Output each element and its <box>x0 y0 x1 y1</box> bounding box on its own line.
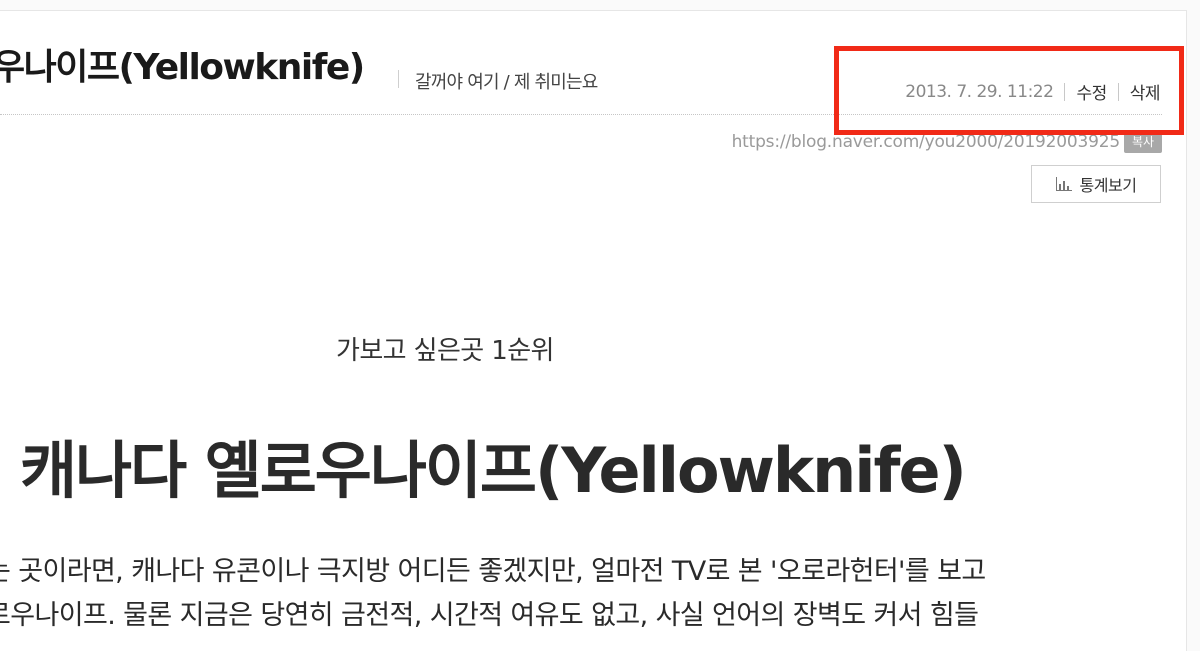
delete-button[interactable]: 삭제 <box>1130 79 1161 104</box>
stats-button-label: 통계보기 <box>1079 176 1137 195</box>
stats-button[interactable]: 통계보기 <box>1031 165 1161 203</box>
post-url[interactable]: https://blog.naver.com/you2000/201920039… <box>732 132 1121 152</box>
meta-divider <box>1064 82 1066 101</box>
post-meta: 2013. 7. 29. 11:22 수정 삭제 <box>905 79 1161 105</box>
copy-url-button[interactable]: 복사 <box>1124 131 1162 153</box>
meta-divider <box>1117 82 1119 101</box>
post-url-row: https://blog.naver.com/you2000/201920039… <box>732 131 1162 153</box>
bar-chart-icon <box>1055 177 1072 191</box>
post-date: 2013. 7. 29. 11:22 <box>905 81 1054 102</box>
post-subtitle: 가보고 싶은곳 1순위 <box>336 336 554 366</box>
edit-button[interactable]: 수정 <box>1076 79 1107 104</box>
header-divider <box>0 114 1162 115</box>
title-divider <box>398 70 399 88</box>
body-line: 로우나이프. 물론 지금은 당연히 금전적, 시간적 여유도 없고, 사실 언어… <box>0 600 979 631</box>
post-title: 우나이프(Yellowknife) <box>0 47 365 88</box>
post-heading: 캐나다 옐로우나이프(Yellowknife) <box>20 434 967 507</box>
body-line: 는 곳이라면, 캐나다 유콘이나 극지방 어디든 좋겠지만, 얼마전 TV로 본… <box>0 556 986 587</box>
post-body: 는 곳이라면, 캐나다 유콘이나 극지방 어디든 좋겠지만, 얼마전 TV로 본… <box>0 550 1200 638</box>
post-category-link[interactable]: 갈꺼야 여기 / 제 취미는요 <box>415 68 598 94</box>
